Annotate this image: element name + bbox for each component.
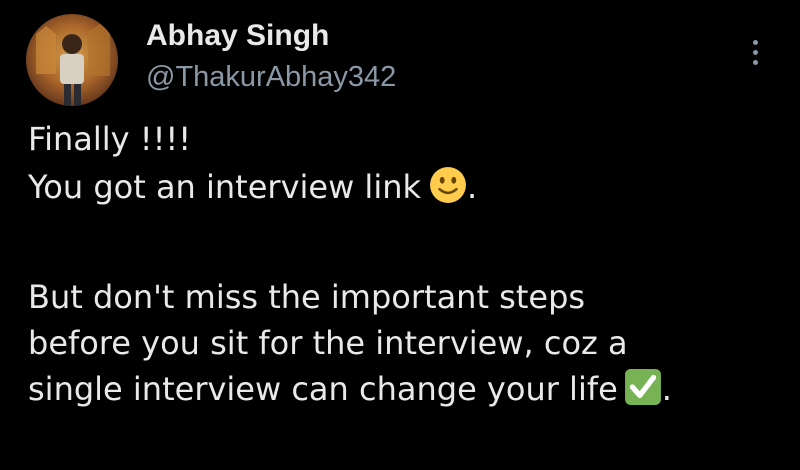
tweet-card: Abhay Singh @ThakurAbhay342 Finally !!!!… bbox=[0, 0, 800, 470]
check-mark-button-emoji-icon bbox=[624, 369, 661, 405]
tweet-text-line-2: You got an interview link . bbox=[28, 166, 477, 208]
slightly-smiling-face-emoji-icon bbox=[430, 167, 466, 203]
more-options-button[interactable] bbox=[738, 30, 772, 74]
author-handle[interactable]: @ThakurAbhay342 bbox=[146, 59, 396, 95]
tweet-text-line-5-text: single interview can change your life bbox=[28, 370, 618, 408]
author-display-name[interactable]: Abhay Singh bbox=[146, 18, 329, 54]
tweet-text-line-1: Finally !!!! bbox=[28, 120, 192, 158]
tweet-text-line-2-text: You got an interview link bbox=[28, 168, 422, 206]
more-options-icon bbox=[752, 39, 758, 45]
tweet-text-line-2-punct: . bbox=[467, 168, 478, 206]
avatar-photo bbox=[36, 24, 110, 106]
tweet-text-line-5-punct: . bbox=[661, 370, 672, 408]
tweet-text-line-4: before you sit for the interview, coz a bbox=[28, 324, 628, 362]
avatar[interactable] bbox=[26, 14, 118, 106]
tweet-text-line-3: But don't miss the important steps bbox=[28, 278, 586, 316]
more-options-icon bbox=[752, 49, 758, 55]
tweet-text-line-5: single interview can change your life . bbox=[28, 368, 672, 410]
more-options-icon bbox=[752, 59, 758, 65]
